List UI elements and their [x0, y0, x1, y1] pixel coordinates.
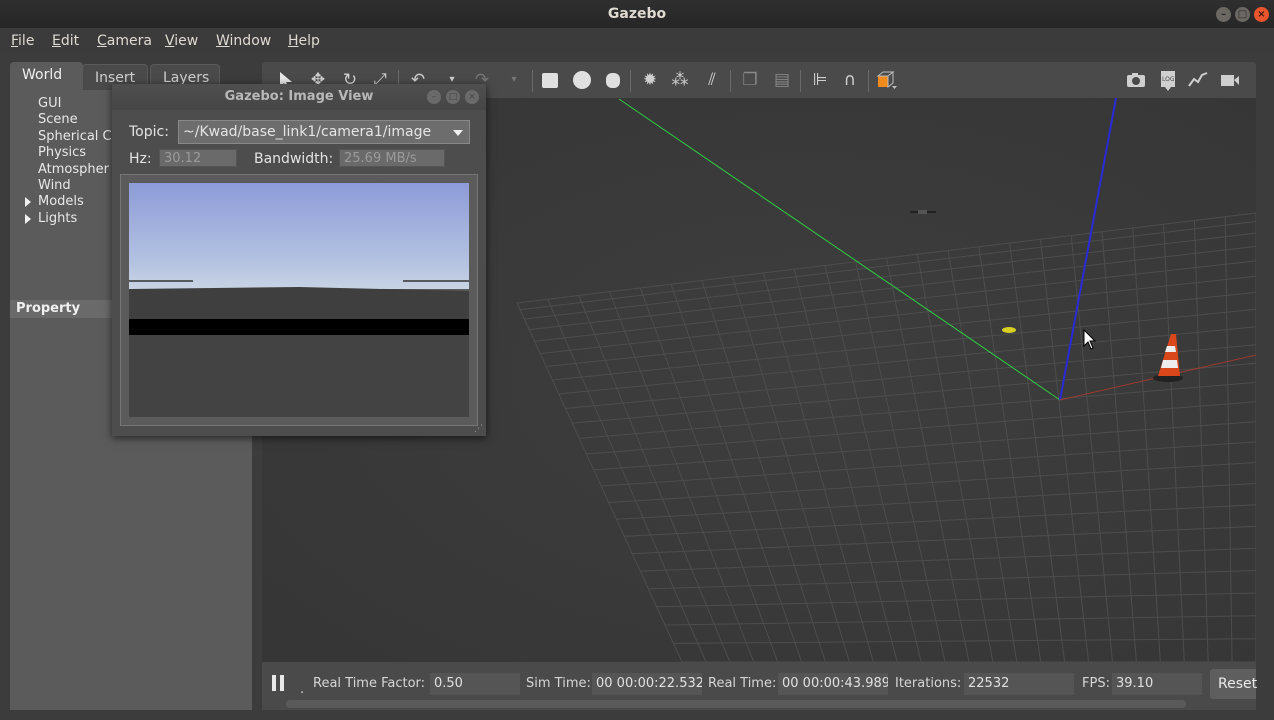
tree-item-models[interactable]: Models — [38, 194, 84, 209]
hz-field: 30.12 — [159, 149, 237, 167]
bandwidth-label: Bandwidth: — [254, 151, 334, 167]
gazebo-window: Gazebo – □ × File Edit Camera View Windo… — [0, 0, 1274, 720]
tree-item-lights[interactable]: Lights — [38, 211, 77, 226]
minimize-icon[interactable]: – — [1216, 7, 1231, 22]
dialog-close-icon[interactable]: × — [465, 90, 479, 104]
iterations-label: Iterations: — [895, 676, 962, 691]
image-frame — [120, 174, 478, 426]
ball-model[interactable] — [1002, 327, 1016, 333]
paste-icon[interactable]: ▤ — [772, 70, 792, 90]
tree-item-spherical-coordinates[interactable]: Spherical C — [38, 129, 112, 144]
tab-world[interactable]: World — [10, 62, 83, 90]
real-time-value: 00 00:00:43.989 — [778, 673, 888, 695]
toolbar-separator — [730, 70, 731, 92]
topic-select-value: ~/Kwad/base_link1/camera1/image — [183, 124, 432, 140]
tree-item-physics[interactable]: Physics — [38, 145, 86, 160]
image-view-dialog: Gazebo: Image View – □ × Topic: ~/Kwad/b… — [112, 84, 486, 436]
image-view-title: Gazebo: Image View — [224, 89, 374, 104]
sim-time-label: Sim Time: — [526, 676, 591, 691]
window-titlebar[interactable]: Gazebo – □ × — [0, 0, 1274, 28]
plot-icon[interactable] — [1188, 70, 1208, 90]
toolbar-separator — [630, 70, 631, 92]
pause-icon[interactable] — [272, 675, 286, 691]
bandwidth-field: 25.69 MB/s — [339, 149, 445, 167]
menu-window[interactable]: Window — [216, 33, 271, 49]
tree-item-gui[interactable]: GUI — [38, 96, 61, 111]
tree-item-wind[interactable]: Wind — [38, 178, 71, 193]
redo-history-icon[interactable]: ▾ — [504, 70, 524, 90]
menu-help[interactable]: Help — [288, 33, 320, 49]
tree-item-atmosphere[interactable]: Atmospher — [38, 162, 109, 177]
copy-icon[interactable]: ❐ — [740, 70, 760, 90]
cylinder-icon[interactable] — [603, 70, 623, 90]
expand-models-icon[interactable] — [25, 197, 31, 207]
maximize-icon[interactable]: □ — [1235, 7, 1250, 22]
screenshot-icon[interactable] — [1126, 70, 1146, 90]
expand-lights-icon[interactable] — [25, 214, 31, 224]
directional-light-icon[interactable]: ⫽ — [702, 70, 722, 90]
rtf-value: 0.50 — [430, 673, 520, 695]
horizontal-scrollbar[interactable] — [286, 700, 1186, 708]
topic-select[interactable]: ~/Kwad/base_link1/camera1/image — [178, 120, 470, 144]
chevron-down-icon — [453, 130, 463, 136]
step-dot: . — [300, 682, 305, 697]
topic-label: Topic: — [129, 124, 169, 140]
menu-view[interactable]: View — [165, 33, 198, 49]
menu-camera[interactable]: Camera — [97, 33, 152, 49]
window-title: Gazebo — [607, 6, 667, 22]
sim-time-value: 00 00:00:22.532 — [592, 673, 702, 695]
svg-text:LOG: LOG — [1162, 76, 1175, 83]
spot-light-icon[interactable]: ⁂ — [670, 70, 690, 90]
toolbar-separator — [532, 70, 533, 92]
sphere-icon[interactable] — [572, 70, 592, 90]
menu-file[interactable]: File — [11, 33, 34, 49]
point-light-icon[interactable]: ✹ — [640, 70, 660, 90]
rtf-label: Real Time Factor: — [313, 676, 426, 691]
record-icon[interactable] — [1220, 70, 1240, 90]
status-bar: . Real Time Factor: 0.50 Sim Time: 00 00… — [262, 662, 1257, 710]
align-icon[interactable]: ⊫ — [810, 70, 830, 90]
toolbar-separator — [800, 70, 801, 92]
resize-grip-icon[interactable]: ⋰ — [474, 424, 484, 434]
real-time-label: Real Time: — [708, 676, 777, 691]
iterations-value: 22532 — [964, 673, 1074, 695]
fps-value: 39.10 — [1112, 673, 1202, 695]
snap-icon[interactable]: ∩ — [840, 70, 860, 90]
box-icon[interactable] — [540, 70, 560, 90]
menu-edit[interactable]: Edit — [52, 33, 79, 49]
dialog-maximize-icon[interactable]: □ — [446, 90, 460, 104]
hz-label: Hz: — [129, 151, 152, 167]
dialog-minimize-icon[interactable]: – — [427, 90, 441, 104]
log-icon[interactable]: LOG — [1158, 70, 1178, 91]
menu-bar: File Edit Camera View Window Help — [0, 28, 1274, 54]
tree-item-scene[interactable]: Scene — [38, 112, 78, 127]
close-icon[interactable]: × — [1254, 7, 1269, 22]
fps-label: FPS: — [1082, 676, 1110, 691]
view-angle-icon[interactable] — [876, 70, 897, 90]
reset-button[interactable]: Reset — [1210, 669, 1257, 699]
toolbar-separator — [868, 70, 869, 92]
camera-image — [129, 183, 469, 417]
